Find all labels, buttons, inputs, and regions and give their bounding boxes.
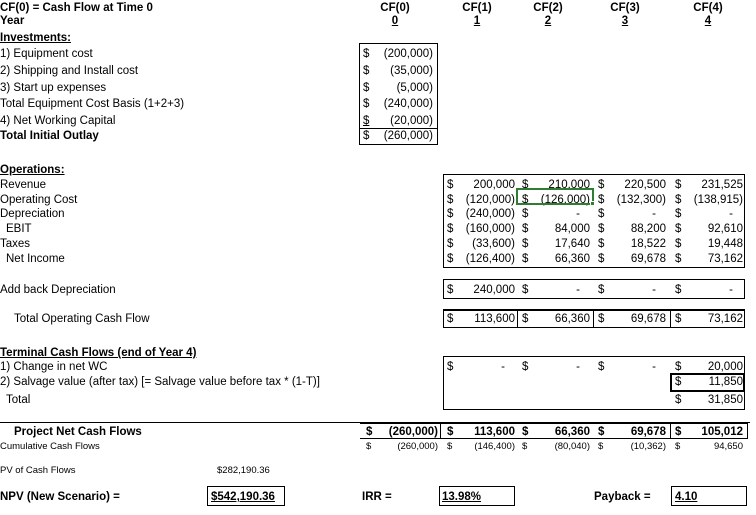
- cumulative-cash-flows-label[interactable]: Cumulative Cash Flows: [0, 440, 100, 454]
- column-year-2[interactable]: 2: [513, 14, 583, 28]
- cumulative-cash-flow-cell[interactable]: $ (80,040): [522, 440, 590, 454]
- operations-row-label[interactable]: Net Income: [6, 252, 65, 266]
- cell-value: 69,678: [630, 426, 666, 438]
- net-cash-flow-cell[interactable]: $113,600: [447, 425, 515, 439]
- cumulative-cash-flow-cell[interactable]: $ (260,000): [366, 440, 438, 454]
- salvage-value-box: [670, 373, 745, 392]
- column-year-0[interactable]: 0: [360, 14, 430, 28]
- payback-label[interactable]: Payback =: [594, 490, 651, 504]
- currency-symbol: $: [366, 441, 372, 452]
- investments-border: [359, 43, 438, 145]
- cell-value: (80,040): [554, 441, 590, 452]
- operations-row-label[interactable]: EBIT: [6, 222, 32, 236]
- currency-symbol: $: [598, 426, 605, 438]
- cell-value: (10,362): [630, 441, 666, 452]
- divider: [670, 422, 671, 438]
- column-header-cf0[interactable]: CF(0): [360, 1, 430, 15]
- column-header-cf3[interactable]: CF(3): [590, 1, 660, 15]
- cell-value: 94,650: [713, 441, 743, 452]
- cell-value: (260,000): [397, 441, 438, 452]
- operations-row-label[interactable]: Depreciation: [0, 207, 65, 221]
- currency-symbol: $: [447, 441, 453, 452]
- currency-symbol: $: [675, 426, 682, 438]
- npv-box: [207, 486, 285, 506]
- column-year-3[interactable]: 3: [590, 14, 660, 28]
- investment-row-label[interactable]: Total Equipment Cost Basis (1+2+3): [0, 97, 184, 111]
- sheet-title[interactable]: CF(0) = Cash Flow at Time 0: [0, 1, 153, 15]
- currency-symbol: $: [675, 441, 681, 452]
- net-cash-flow-cell[interactable]: $66,360: [522, 425, 590, 439]
- investment-row-label[interactable]: 4) Net Working Capital: [0, 114, 115, 128]
- terminal-row-label[interactable]: 1) Change in net WC: [0, 360, 107, 374]
- project-net-cash-flows-label[interactable]: Project Net Cash Flows: [14, 425, 142, 439]
- currency-symbol: $: [598, 441, 604, 452]
- operations-row-label[interactable]: Revenue: [0, 178, 46, 192]
- total-initial-outlay-label[interactable]: Total Initial Outlay: [0, 129, 99, 143]
- add-back-border: [443, 279, 745, 299]
- irr-label[interactable]: IRR =: [362, 490, 392, 504]
- divider: [440, 422, 441, 438]
- payback-box: [671, 486, 747, 506]
- cumulative-cash-flow-cell[interactable]: $ (146,400): [447, 440, 515, 454]
- operations-row-label[interactable]: Taxes: [0, 237, 30, 251]
- cell-value: (146,400): [474, 441, 515, 452]
- divider: [360, 438, 748, 439]
- add-back-depreciation-label[interactable]: Add back Depreciation: [0, 283, 116, 297]
- net-cash-flow-cell[interactable]: $ (260,000): [366, 425, 438, 439]
- double-line: [443, 309, 745, 310]
- divider: [517, 310, 518, 328]
- net-cash-flow-cell[interactable]: $69,678: [598, 425, 666, 439]
- column-header-cf2[interactable]: CF(2): [513, 1, 583, 15]
- operations-row-label[interactable]: Operating Cost: [0, 193, 77, 207]
- cumulative-cash-flow-cell[interactable]: $ (10,362): [598, 440, 666, 454]
- investments-heading[interactable]: Investments:: [0, 31, 71, 45]
- operations-border: [443, 174, 745, 268]
- operations-heading[interactable]: Operations:: [0, 163, 65, 177]
- cell-value: 105,012: [701, 426, 743, 438]
- cumulative-cash-flow-cell[interactable]: $94,650: [675, 440, 743, 454]
- investment-row-label[interactable]: 2) Shipping and Install cost: [0, 64, 138, 78]
- cell-value: 66,360: [554, 426, 590, 438]
- divider: [747, 422, 748, 438]
- year-label[interactable]: Year: [0, 14, 24, 28]
- selected-cell-outline[interactable]: [516, 188, 594, 205]
- column-header-cf4[interactable]: CF(4): [673, 1, 743, 15]
- column-year-1[interactable]: 1: [442, 14, 512, 28]
- irr-box: [439, 486, 515, 506]
- currency-symbol: $: [366, 426, 373, 438]
- cell-value: 113,600: [474, 426, 515, 438]
- divider: [593, 310, 594, 328]
- terminal-heading[interactable]: Terminal Cash Flows (end of Year 4): [0, 346, 196, 360]
- investment-row-label[interactable]: 3) Start up expenses: [0, 81, 106, 95]
- divider: [360, 422, 748, 424]
- cell-value: (260,000): [388, 426, 438, 438]
- terminal-total-label[interactable]: Total: [6, 393, 30, 407]
- pv-value[interactable]: $282,190.36: [217, 464, 270, 478]
- net-cash-flow-cell[interactable]: $105,012: [675, 425, 743, 439]
- investment-row-label[interactable]: 1) Equipment cost: [0, 47, 93, 61]
- column-header-cf1[interactable]: CF(1): [442, 1, 512, 15]
- fill-handle[interactable]: [590, 201, 595, 206]
- currency-symbol: $: [522, 426, 529, 438]
- terminal-row-label[interactable]: 2) Salvage value (after tax) [= Salvage …: [0, 375, 320, 389]
- divider: [670, 310, 671, 328]
- pv-label[interactable]: PV of Cash Flows: [0, 464, 76, 478]
- column-year-4[interactable]: 4: [673, 14, 743, 28]
- tocf-border: [443, 310, 745, 328]
- currency-symbol: $: [447, 426, 454, 438]
- total-operating-cash-flow-label[interactable]: Total Operating Cash Flow: [14, 312, 150, 326]
- currency-symbol: $: [522, 441, 528, 452]
- divider: [359, 128, 438, 129]
- npv-label[interactable]: NPV (New Scenario) =: [0, 490, 120, 504]
